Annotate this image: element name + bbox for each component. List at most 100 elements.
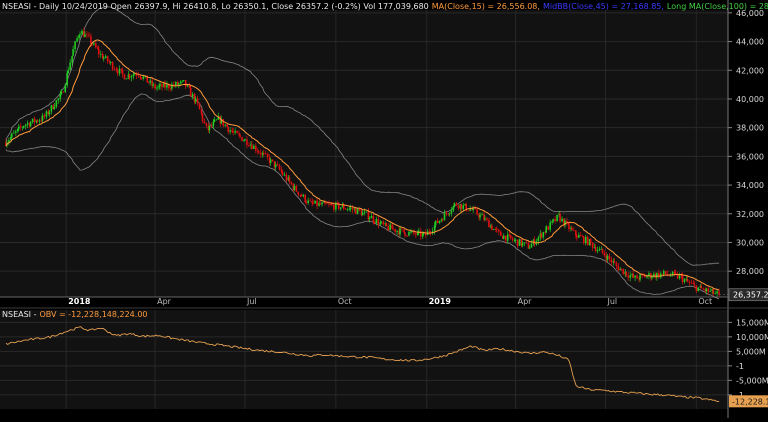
candle-body: [387, 226, 389, 231]
candle-body: [610, 259, 613, 263]
price-panel-background: [0, 10, 728, 297]
candle-body: [448, 213, 451, 215]
candle-body: [434, 220, 437, 226]
candle-body: [377, 219, 380, 225]
candle-body: [15, 131, 17, 133]
price-y-tick-label: 32,000: [736, 210, 764, 219]
candle-body: [545, 226, 548, 233]
candle-body: [201, 113, 204, 122]
price-y-tick-label: 30,000: [736, 238, 764, 247]
candle-body: [159, 84, 161, 86]
candle-body: [639, 274, 641, 280]
candle-body: [234, 130, 236, 133]
candle-body: [33, 118, 36, 123]
candle-body: [344, 208, 347, 210]
obv-y-tick-label: 10,000M: [736, 333, 768, 342]
x-tick-label: Jul: [606, 297, 617, 306]
candle-body: [152, 84, 154, 86]
long-ma-label: Long MA(Close,100) = 28,0: [666, 2, 768, 11]
candle-body: [496, 228, 498, 231]
candle-body: [86, 34, 88, 36]
candle-body: [469, 209, 471, 211]
candle-body: [622, 268, 625, 275]
candle-body: [372, 216, 375, 222]
candle-body: [476, 209, 478, 215]
candle-body: [594, 247, 597, 252]
candle-body: [26, 123, 29, 125]
candle-body: [53, 106, 56, 109]
candle-body: [596, 250, 599, 252]
candle-body: [262, 152, 265, 154]
candle-body: [559, 213, 561, 222]
candle-body: [491, 225, 493, 230]
candle-body: [392, 228, 394, 230]
candle-body: [375, 219, 378, 224]
x-tick-label: Jul: [246, 297, 257, 306]
candle-body: [568, 222, 570, 230]
candle-body: [486, 218, 488, 220]
candle-body: [281, 171, 284, 175]
obv-header: NSEASI - OBV = -12,228,148,224.00: [2, 310, 151, 319]
candle-body: [403, 229, 405, 233]
candle-body: [189, 87, 192, 97]
candle-body: [307, 200, 309, 204]
candle-body: [707, 288, 710, 292]
candle-body: [118, 68, 121, 74]
midbb-label: MidBB(Close,45) = 27,168.85,: [542, 2, 664, 11]
candle-body: [514, 239, 517, 241]
candle-body: [488, 219, 490, 228]
candle-body: [139, 76, 142, 78]
candle-body: [580, 235, 582, 237]
candle-body: [561, 218, 563, 222]
candle-body: [205, 123, 208, 126]
candle-body: [326, 203, 328, 205]
candle-body: [200, 109, 203, 114]
candle-body: [363, 211, 366, 213]
candle-body: [346, 209, 349, 210]
candle-body: [38, 120, 41, 122]
candle-body: [528, 247, 531, 249]
candle-body: [678, 274, 681, 279]
price-header: NSEASI - Daily 10/24/2019 Open 26397.9, …: [2, 2, 768, 11]
candle-body: [79, 34, 81, 36]
candle-body: [571, 227, 573, 230]
candle-body: [617, 265, 620, 271]
candle-body: [224, 124, 227, 126]
obv-y-tick-label: 5,000M: [736, 347, 766, 356]
candle-body: [106, 56, 109, 62]
price-y-tick-label: 44,000: [736, 38, 764, 47]
candle-body: [552, 219, 554, 222]
candle-body: [634, 275, 636, 278]
candle-body: [203, 121, 206, 124]
candle-body: [293, 186, 296, 190]
price-y-tick-label: 38,000: [736, 124, 764, 133]
candle-body: [302, 194, 305, 197]
candle-body: [354, 208, 357, 214]
candle-body: [481, 214, 483, 216]
candle-body: [601, 248, 604, 253]
candle-body: [438, 220, 441, 223]
candle-body: [69, 62, 71, 70]
candle-body: [304, 194, 307, 202]
candle-body: [664, 271, 667, 275]
candle-body: [419, 230, 422, 237]
candle-body: [48, 111, 51, 115]
obv-label: OBV = -12,228,148,224.00: [39, 310, 148, 319]
obv-panel-background: [0, 310, 728, 409]
candle-body: [385, 223, 388, 227]
candle-body: [198, 103, 201, 110]
candle-body: [391, 224, 393, 229]
candle-body: [266, 153, 269, 158]
candle-body: [17, 128, 19, 132]
candle-body: [128, 74, 131, 78]
candle-body: [321, 202, 323, 205]
candle-body: [229, 130, 231, 132]
candle-body: [264, 153, 267, 155]
candle-body: [479, 214, 481, 218]
price-y-tick-label: 42,000: [736, 66, 764, 75]
candle-body: [493, 228, 495, 230]
candle-body: [210, 125, 213, 127]
candle-body: [576, 235, 578, 238]
candle-body: [396, 230, 398, 232]
obv-y-tick-label: -1: [736, 362, 744, 371]
